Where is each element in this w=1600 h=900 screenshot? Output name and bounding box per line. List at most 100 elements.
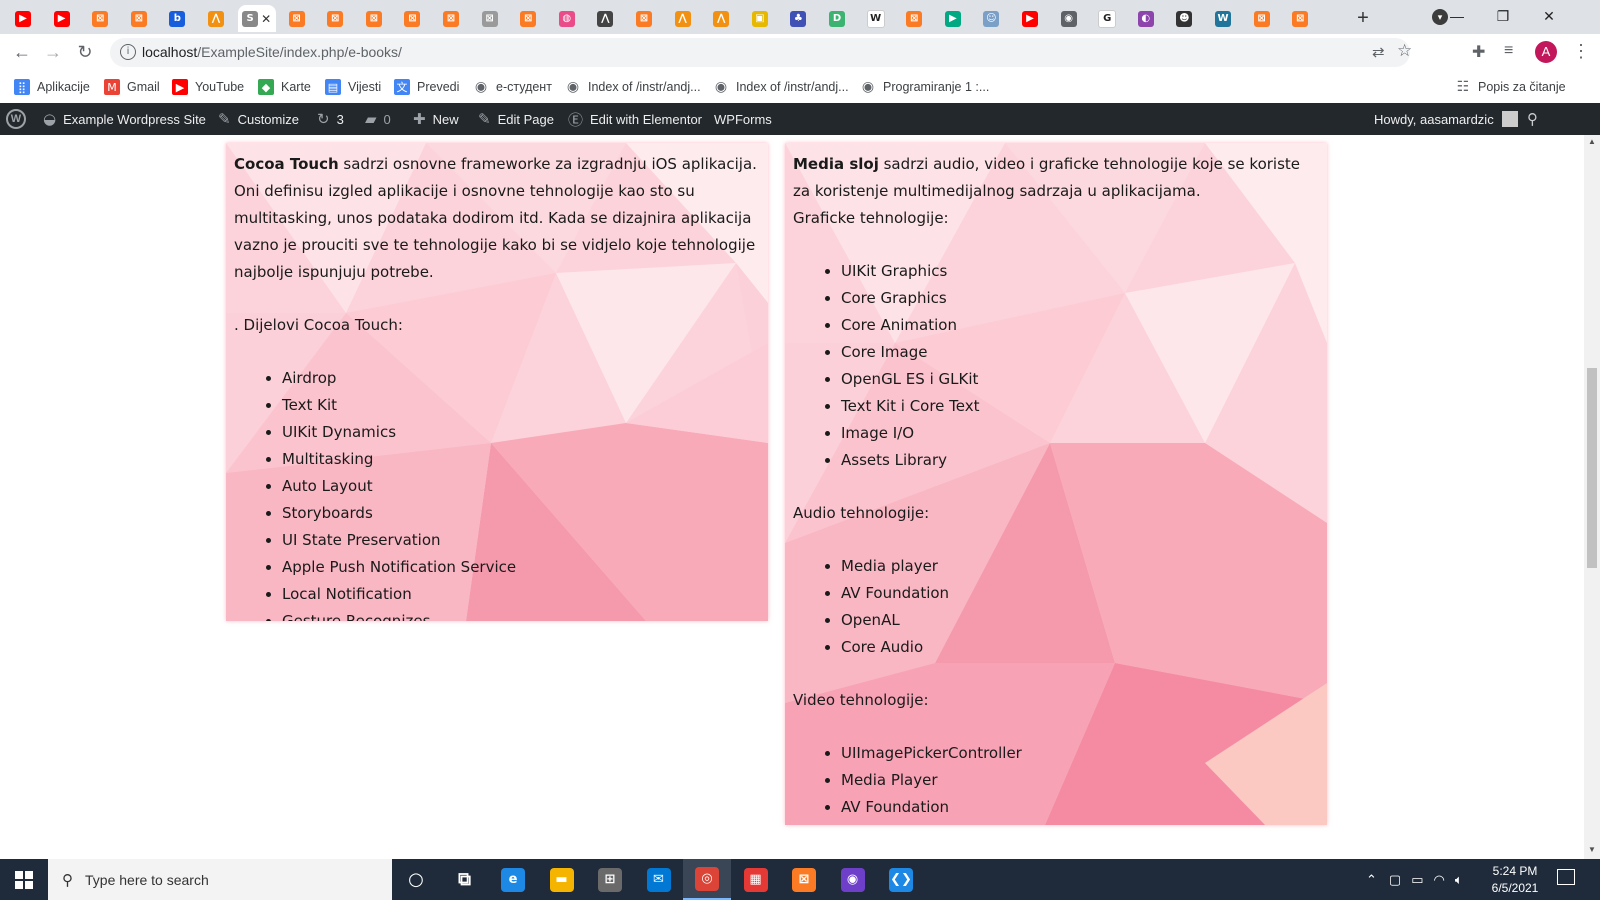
browser-tab[interactable]: ⋀ — [704, 5, 738, 32]
close-tab-icon[interactable]: ✕ — [261, 12, 271, 26]
meet-now-icon[interactable]: ▢ — [1389, 872, 1401, 888]
taskbar-app[interactable]: ⊞ — [586, 859, 634, 900]
bookmark-item[interactable]: ◉ Index of /instr/andj... — [565, 77, 701, 97]
bookmark-item[interactable]: ◉ Index of /instr/andj... — [713, 77, 849, 97]
site-info-icon[interactable]: i — [120, 44, 136, 60]
browser-tab[interactable]: ⊠ — [627, 5, 661, 32]
wp-comments[interactable]: ▰ 0 — [365, 103, 391, 135]
bookmark-item[interactable]: ▤ Vijesti — [325, 77, 381, 97]
wp-howdy[interactable]: Howdy, aasamardzic — [1374, 103, 1518, 135]
profile-avatar[interactable]: A — [1535, 41, 1557, 63]
reload-icon[interactable]: ↻ — [73, 40, 97, 64]
bookmark-item[interactable]: M Gmail — [104, 77, 160, 97]
media-control-icon[interactable]: ≡ — [1504, 42, 1513, 60]
browser-tab[interactable]: ☻ — [1167, 5, 1201, 32]
restore-button[interactable]: ❐ — [1480, 0, 1526, 32]
browser-tab[interactable]: ▶ — [45, 5, 79, 32]
bookmark-item[interactable]: ◉ Programiranje 1 :... — [860, 77, 989, 97]
bookmark-item[interactable]: ▶ YouTube — [172, 77, 244, 97]
bookmark-item[interactable]: ◆ Karte — [258, 77, 311, 97]
battery-icon[interactable]: ▭ — [1411, 872, 1423, 888]
taskbar-search-box[interactable]: ⚲ Type here to search — [48, 859, 392, 900]
browser-tab[interactable]: ⋀ — [588, 5, 622, 32]
start-button[interactable] — [0, 859, 48, 900]
minimize-button[interactable]: — — [1434, 0, 1480, 32]
new-tab-button[interactable]: + — [1352, 7, 1374, 29]
browser-tab[interactable]: ☺ — [974, 5, 1008, 32]
browser-tab[interactable]: ◐ — [1129, 5, 1163, 32]
browser-tab[interactable]: ⊠ — [122, 5, 156, 32]
browser-tab[interactable]: ▶ — [6, 5, 40, 32]
taskbar-app[interactable]: ❮❯ — [877, 859, 925, 900]
browser-tab[interactable]: ♣ — [781, 5, 815, 32]
taskbar-app[interactable]: ◉ — [829, 859, 877, 900]
browser-tab[interactable]: ⊠ — [1245, 5, 1279, 32]
browser-tab[interactable]: ⊠ — [280, 5, 314, 32]
bookmark-item[interactable]: ⣿ Aplikacije — [14, 77, 90, 97]
purple-icon: ◐ — [1137, 10, 1154, 27]
browser-tab[interactable]: ◉ — [1052, 5, 1086, 32]
menu-kebab-icon[interactable]: ⋮ — [1572, 41, 1590, 62]
browser-tab[interactable]: G — [1090, 5, 1124, 32]
browser-tab[interactable]: S ✕ — [237, 5, 276, 32]
wp-edit-elementor[interactable]: Ⓔ Edit with Elementor — [568, 103, 702, 135]
browser-tab[interactable]: D — [820, 5, 854, 32]
reading-list[interactable]: ☷ Popis za čitanje — [1455, 77, 1566, 97]
browser-tab[interactable]: ⊠ — [318, 5, 352, 32]
taskbar-app[interactable]: ⧉ — [441, 859, 489, 900]
browser-tab[interactable]: ⊠ — [511, 5, 545, 32]
wp-updates[interactable]: ↻ 3 — [317, 103, 344, 135]
taskbar-app[interactable]: ⊠ — [780, 859, 828, 900]
browser-tab[interactable]: W — [1206, 5, 1240, 32]
list-item: Text Kit i Core Text — [841, 393, 1319, 420]
extensions-puzzle-icon[interactable]: ✚ — [1472, 42, 1485, 62]
taskbar-app[interactable]: e — [489, 859, 537, 900]
chevron-up-icon[interactable]: ⌃ — [1366, 872, 1377, 888]
taskbar-app[interactable]: ○ — [392, 859, 440, 900]
page-scrollbar[interactable]: ▲ ▼ — [1584, 135, 1600, 859]
browser-tab[interactable]: W — [859, 5, 893, 32]
wifi-icon[interactable]: ◠ — [1434, 872, 1445, 888]
bookmark-item[interactable]: 文 Prevedi — [394, 77, 459, 97]
browser-tab[interactable]: ▶ — [1013, 5, 1047, 32]
browser-tab[interactable]: ⊠ — [83, 5, 117, 32]
url-text[interactable]: localhost/ExampleSite/index.php/e-books/ — [142, 44, 402, 60]
wp-search-icon[interactable]: ⚲ — [1527, 103, 1545, 135]
bookmark-label: Gmail — [127, 80, 160, 94]
clock[interactable]: 5:24 PM 6/5/2021 — [1480, 863, 1550, 897]
browser-tab[interactable]: ⊠ — [357, 5, 391, 32]
taskbar-app[interactable]: ▦ — [732, 859, 780, 900]
taskbar-app[interactable]: ✉ — [635, 859, 683, 900]
bookmark-star-icon[interactable]: ☆ — [1397, 41, 1412, 61]
close-window-button[interactable]: ✕ — [1526, 0, 1572, 32]
wp-wpforms[interactable]: WPForms — [714, 103, 772, 135]
forward-arrow-icon[interactable]: → — [41, 40, 65, 64]
scroll-up-arrow-icon[interactable]: ▲ — [1588, 137, 1596, 146]
notifications-icon[interactable] — [1557, 869, 1575, 885]
wordpress-logo-icon[interactable]: W — [6, 109, 26, 129]
browser-tab[interactable]: ▣ — [743, 5, 777, 32]
browser-tab[interactable]: ▶ — [936, 5, 970, 32]
scroll-down-arrow-icon[interactable]: ▼ — [1588, 845, 1596, 854]
browser-tab[interactable]: b — [160, 5, 194, 32]
back-arrow-icon[interactable]: ← — [10, 40, 34, 64]
browser-tab[interactable]: ⊠ — [434, 5, 468, 32]
taskbar-app[interactable]: ▬ — [538, 859, 586, 900]
volume-icon[interactable]: 🔈︎ — [1455, 872, 1463, 888]
address-bar[interactable]: i localhost/ExampleSite/index.php/e-book… — [110, 38, 1412, 67]
browser-tab[interactable]: ⊠ — [1283, 5, 1317, 32]
browser-tab[interactable]: ⋀ — [199, 5, 233, 32]
wp-customize[interactable]: ✎ Customize — [218, 103, 299, 135]
browser-tab[interactable]: ⊠ — [897, 5, 931, 32]
translate-icon[interactable]: ⇄ — [1372, 43, 1385, 61]
wp-new[interactable]: ✚ New — [413, 103, 459, 135]
browser-tab[interactable]: ⋀ — [666, 5, 700, 32]
scrollbar-thumb[interactable] — [1587, 368, 1597, 568]
wp-site-name[interactable]: ◒ Example Wordpress Site — [43, 103, 206, 135]
wp-edit-page[interactable]: ✎ Edit Page — [478, 103, 554, 135]
bookmark-item[interactable]: ◉ е-студент — [473, 77, 552, 97]
browser-tab[interactable]: ⊠ — [473, 5, 507, 32]
browser-tab[interactable]: ⊠ — [395, 5, 429, 32]
browser-tab[interactable]: ◍ — [550, 5, 584, 32]
taskbar-app[interactable]: ◎ — [683, 859, 731, 900]
